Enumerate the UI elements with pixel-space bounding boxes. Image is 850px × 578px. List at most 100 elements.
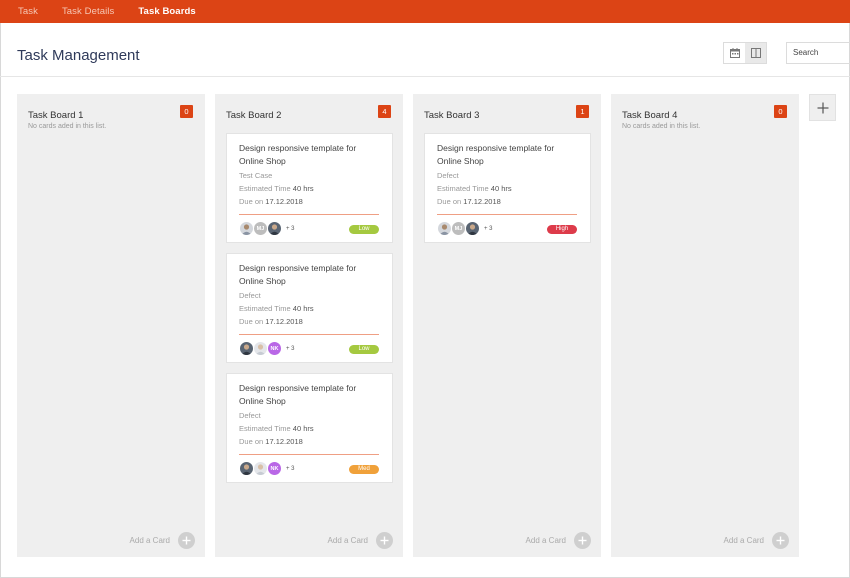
card-title: Design responsive template for Online Sh… (239, 263, 357, 286)
add-board-button[interactable] (809, 94, 836, 121)
avatar[interactable] (253, 461, 268, 476)
avatar[interactable]: MJ (253, 221, 268, 236)
due-label: Due on (239, 197, 264, 206)
estimate-label: Estimated Time (239, 304, 291, 313)
add-card-label: Add a Card (723, 536, 764, 545)
due-label: Due on (437, 197, 462, 206)
due-label: Due on (239, 317, 264, 326)
priority-badge: High (547, 225, 577, 234)
card-title: Design responsive template for Online Sh… (239, 143, 357, 166)
avatar-group: MJ + 3 (437, 221, 493, 236)
card-divider (239, 334, 379, 335)
add-circle-icon (178, 532, 195, 549)
card-due: Due on 17.12.2018 (239, 437, 303, 446)
avatar[interactable]: NK (267, 461, 282, 476)
due-value: 17.12.2018 (265, 317, 303, 326)
add-circle-icon (574, 532, 591, 549)
task-board: Task Board 2 4 Design responsive templat… (215, 94, 403, 557)
card-estimate: Estimated Time 40 hrs (437, 184, 512, 193)
task-card[interactable]: Design responsive template for Online Sh… (226, 253, 393, 363)
priority-badge: Med (349, 465, 379, 474)
avatar[interactable] (437, 221, 452, 236)
add-circle-icon (376, 532, 393, 549)
card-count-badge: 1 (576, 105, 589, 118)
board-title: Task Board 2 (226, 110, 282, 121)
nav-item-task-details[interactable]: Task Details (62, 6, 114, 17)
card-estimate: Estimated Time 40 hrs (239, 304, 314, 313)
more-assignees: + 3 (286, 465, 295, 472)
search-box[interactable] (786, 42, 850, 64)
nav-item-task[interactable]: Task (18, 6, 38, 17)
due-value: 17.12.2018 (265, 437, 303, 446)
add-card-label: Add a Card (327, 536, 368, 545)
more-assignees: + 3 (286, 345, 295, 352)
priority-badge: Low (349, 225, 379, 234)
card-due: Due on 17.12.2018 (239, 197, 303, 206)
nav-item-task-boards[interactable]: Task Boards (138, 6, 195, 17)
avatar-group: MJ + 3 (239, 221, 295, 236)
priority-badge: Low (349, 345, 379, 354)
board-title: Task Board 4 (622, 110, 678, 121)
card-due: Due on 17.12.2018 (239, 317, 303, 326)
search-input[interactable] (793, 48, 850, 57)
task-card[interactable]: Design responsive template for Online Sh… (424, 133, 591, 243)
board-title: Task Board 3 (424, 110, 480, 121)
task-card[interactable]: Design responsive template for Online Sh… (226, 373, 393, 483)
card-due: Due on 17.12.2018 (437, 197, 501, 206)
card-type: Defect (437, 171, 459, 180)
avatar[interactable] (267, 221, 282, 236)
estimate-value: 40 hrs (292, 184, 314, 193)
due-label: Due on (239, 437, 264, 446)
columns-icon (750, 48, 761, 58)
estimate-value: 40 hrs (292, 424, 314, 433)
board-empty-text: No cards aded in this list. (622, 123, 701, 130)
avatar[interactable] (239, 341, 254, 356)
due-value: 17.12.2018 (463, 197, 501, 206)
card-divider (437, 214, 577, 215)
avatar[interactable]: MJ (451, 221, 466, 236)
calendar-icon (729, 48, 740, 58)
board-view-button[interactable] (745, 43, 766, 63)
card-type: Defect (239, 411, 261, 420)
board-title: Task Board 1 (28, 110, 84, 121)
more-assignees: + 3 (484, 225, 493, 232)
calendar-view-button[interactable] (724, 43, 745, 63)
card-divider (239, 454, 379, 455)
avatar[interactable] (465, 221, 480, 236)
avatar[interactable] (239, 221, 254, 236)
estimate-label: Estimated Time (239, 184, 291, 193)
task-board: Task Board 3 1 Design responsive templat… (413, 94, 601, 557)
estimate-label: Estimated Time (437, 184, 489, 193)
card-estimate: Estimated Time 40 hrs (239, 184, 314, 193)
add-card-button[interactable]: Add a Card (130, 532, 195, 549)
board-empty-text: No cards aded in this list. (28, 123, 107, 130)
page-title: Task Management (17, 47, 140, 64)
card-divider (239, 214, 379, 215)
avatar[interactable] (253, 341, 268, 356)
card-count-badge: 0 (180, 105, 193, 118)
more-assignees: + 3 (286, 225, 295, 232)
due-value: 17.12.2018 (265, 197, 303, 206)
avatar[interactable]: NK (267, 341, 282, 356)
card-title: Design responsive template for Online Sh… (437, 143, 555, 166)
page-header: Task Management (0, 23, 850, 77)
add-card-button[interactable]: Add a Card (526, 532, 591, 549)
top-nav: Task Task Details Task Boards (0, 0, 850, 23)
estimate-value: 40 hrs (490, 184, 512, 193)
plus-icon (817, 102, 828, 113)
view-toggle (723, 42, 767, 64)
card-count-badge: 4 (378, 105, 391, 118)
card-type: Test Case (239, 171, 273, 180)
estimate-label: Estimated Time (239, 424, 291, 433)
add-circle-icon (772, 532, 789, 549)
add-card-button[interactable]: Add a Card (724, 532, 789, 549)
avatar-group: NK + 3 (239, 341, 295, 356)
add-card-button[interactable]: Add a Card (328, 532, 393, 549)
estimate-value: 40 hrs (292, 304, 314, 313)
task-board: Task Board 1 No cards aded in this list.… (17, 94, 205, 557)
add-card-label: Add a Card (129, 536, 170, 545)
avatar[interactable] (239, 461, 254, 476)
card-count-badge: 0 (774, 105, 787, 118)
task-card[interactable]: Design responsive template for Online Sh… (226, 133, 393, 243)
card-estimate: Estimated Time 40 hrs (239, 424, 314, 433)
